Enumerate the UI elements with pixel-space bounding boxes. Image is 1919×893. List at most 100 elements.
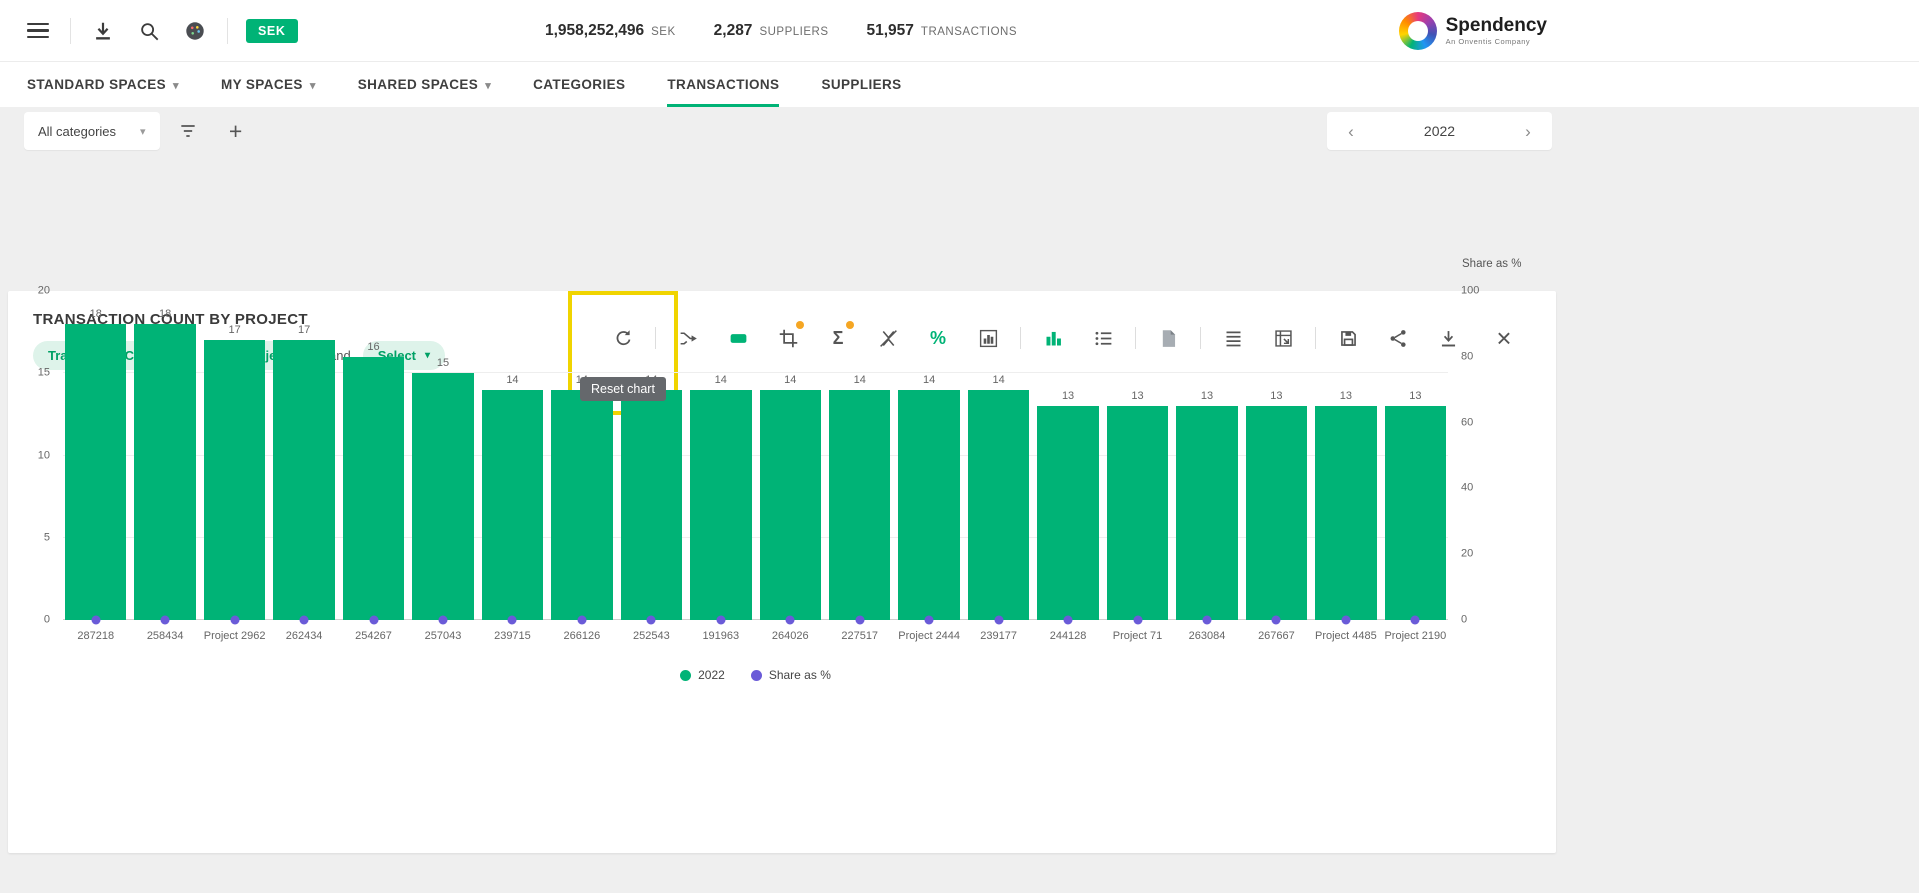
filter-button[interactable] — [168, 111, 208, 151]
bar-column: 15257043 — [412, 291, 473, 620]
add-filter-button[interactable]: + — [216, 111, 256, 151]
bar[interactable] — [690, 390, 751, 620]
bar-column: 17262434 — [273, 291, 334, 620]
bar[interactable] — [1385, 406, 1446, 620]
x-axis-label: Project 4485 — [1315, 630, 1377, 642]
bar-value-label: 14 — [506, 375, 518, 386]
year-label: 2022 — [1424, 123, 1455, 139]
palette-icon — [184, 20, 206, 42]
tab-my-spaces[interactable]: MY SPACES▾ — [221, 62, 316, 107]
stat-transactions: 51,957 TRANSACTIONS — [867, 22, 1018, 40]
stat-label: TRANSACTIONS — [921, 26, 1017, 38]
bar-column: 14266126 — [551, 291, 612, 620]
bar[interactable] — [65, 324, 126, 620]
share-percent-dot — [1272, 615, 1281, 624]
stat-value: 2,287 — [714, 22, 753, 40]
chevron-left-icon: ‹ — [1348, 122, 1354, 141]
bar-value-label: 18 — [159, 309, 171, 320]
tab-label: MY SPACES — [221, 77, 303, 92]
x-axis-label: Project 2444 — [898, 630, 960, 642]
chevron-down-icon: ▾ — [485, 79, 491, 92]
tab-shared-spaces[interactable]: SHARED SPACES ▾ — [358, 62, 491, 107]
bar[interactable] — [1315, 406, 1376, 620]
legend-marker-icon — [680, 670, 691, 681]
x-axis-label: Project 71 — [1113, 630, 1163, 642]
search-button[interactable] — [127, 9, 171, 53]
brand-name: Spendency — [1446, 16, 1547, 36]
bar[interactable] — [134, 324, 195, 620]
export-button[interactable] — [81, 9, 125, 53]
tab-categories[interactable]: CATEGORIES — [533, 62, 625, 107]
bar-column: 17Project 2962 — [204, 291, 265, 620]
bar-column: 13Project 4485 — [1315, 291, 1376, 620]
chevron-down-icon: ▾ — [140, 125, 146, 138]
legend-item[interactable]: 2022 — [680, 668, 725, 682]
x-axis-label: 254267 — [355, 630, 392, 642]
right-axis-tick: 40 — [1461, 483, 1473, 494]
bar[interactable] — [204, 340, 265, 620]
share-percent-dot — [161, 615, 170, 624]
menu-button[interactable] — [16, 9, 60, 53]
bar[interactable] — [343, 357, 404, 620]
close-icon: × — [1496, 323, 1511, 354]
bar-value-label: 14 — [784, 375, 796, 386]
main-nav: STANDARD SPACES▾ MY SPACES▾ SHARED SPACES ▾… — [0, 62, 1919, 107]
tab-label: SHARED SPACES — [358, 77, 478, 92]
topbar: SEK 1,958,252,496 SEK 2,287 SUPPLIERS 51… — [0, 0, 1919, 62]
share-percent-dot — [855, 615, 864, 624]
plus-icon: + — [229, 120, 242, 143]
bar[interactable] — [760, 390, 821, 620]
content-area: All categories ▾ + ‹ 2022 › TRANSACTION … — [0, 107, 1919, 893]
bar[interactable] — [412, 373, 473, 620]
bar[interactable] — [1176, 406, 1237, 620]
previous-year-button[interactable]: ‹ — [1341, 123, 1361, 140]
x-axis-label: 191963 — [702, 630, 739, 642]
bar-column: 18287218 — [65, 291, 126, 620]
bar[interactable] — [1037, 406, 1098, 620]
x-axis-label: 262434 — [286, 630, 323, 642]
x-axis-label: 244128 — [1050, 630, 1087, 642]
bar-column: 14252543 — [621, 291, 682, 620]
share-percent-dot — [1341, 615, 1350, 624]
legend-item[interactable]: Share as % — [751, 668, 831, 682]
tab-suppliers[interactable]: SUPPLIERS — [821, 62, 901, 107]
bar-value-label: 15 — [437, 358, 449, 369]
bar-column: 13244128 — [1037, 291, 1098, 620]
theme-button[interactable] — [173, 9, 217, 53]
brand: Spendency An Onventis Company — [1399, 0, 1547, 62]
chart-columns: 182872181825843417Project 29621726243416… — [63, 291, 1448, 620]
bar[interactable] — [898, 390, 959, 620]
bar[interactable] — [968, 390, 1029, 620]
tab-label: TRANSACTIONS — [667, 77, 779, 92]
bar-column: 14264026 — [760, 291, 821, 620]
bar-value-label: 13 — [1062, 391, 1074, 402]
bar[interactable] — [829, 390, 890, 620]
category-dropdown[interactable]: All categories ▾ — [24, 112, 160, 150]
currency-badge[interactable]: SEK — [246, 19, 298, 43]
x-axis-label: 252543 — [633, 630, 670, 642]
share-percent-dot — [716, 615, 725, 624]
category-dropdown-label: All categories — [38, 124, 116, 139]
stat-label: SEK — [651, 26, 676, 38]
bar[interactable] — [482, 390, 543, 620]
bar[interactable] — [551, 390, 612, 620]
bar[interactable] — [273, 340, 334, 620]
tab-standard-spaces[interactable]: STANDARD SPACES▾ — [27, 62, 179, 107]
bar[interactable] — [1246, 406, 1307, 620]
close-panel-button[interactable]: × — [1480, 317, 1528, 359]
bar[interactable] — [621, 390, 682, 620]
tab-label: STANDARD SPACES — [27, 77, 166, 92]
right-axis-tick: 60 — [1461, 417, 1473, 428]
legend-label: Share as % — [769, 668, 831, 682]
bar[interactable] — [1107, 406, 1168, 620]
right-axis-tick: 100 — [1461, 286, 1479, 297]
tab-transactions[interactable]: TRANSACTIONS — [667, 62, 779, 107]
left-axis-tick: 10 — [38, 450, 50, 461]
left-axis-tick: 15 — [38, 368, 50, 379]
bar-column: 13263084 — [1176, 291, 1237, 620]
right-axis-title: Share as % — [1462, 258, 1521, 270]
next-year-button[interactable]: › — [1518, 123, 1538, 140]
share-percent-dot — [438, 615, 447, 624]
share-percent-dot — [508, 615, 517, 624]
stat-suppliers: 2,287 SUPPLIERS — [714, 22, 829, 40]
